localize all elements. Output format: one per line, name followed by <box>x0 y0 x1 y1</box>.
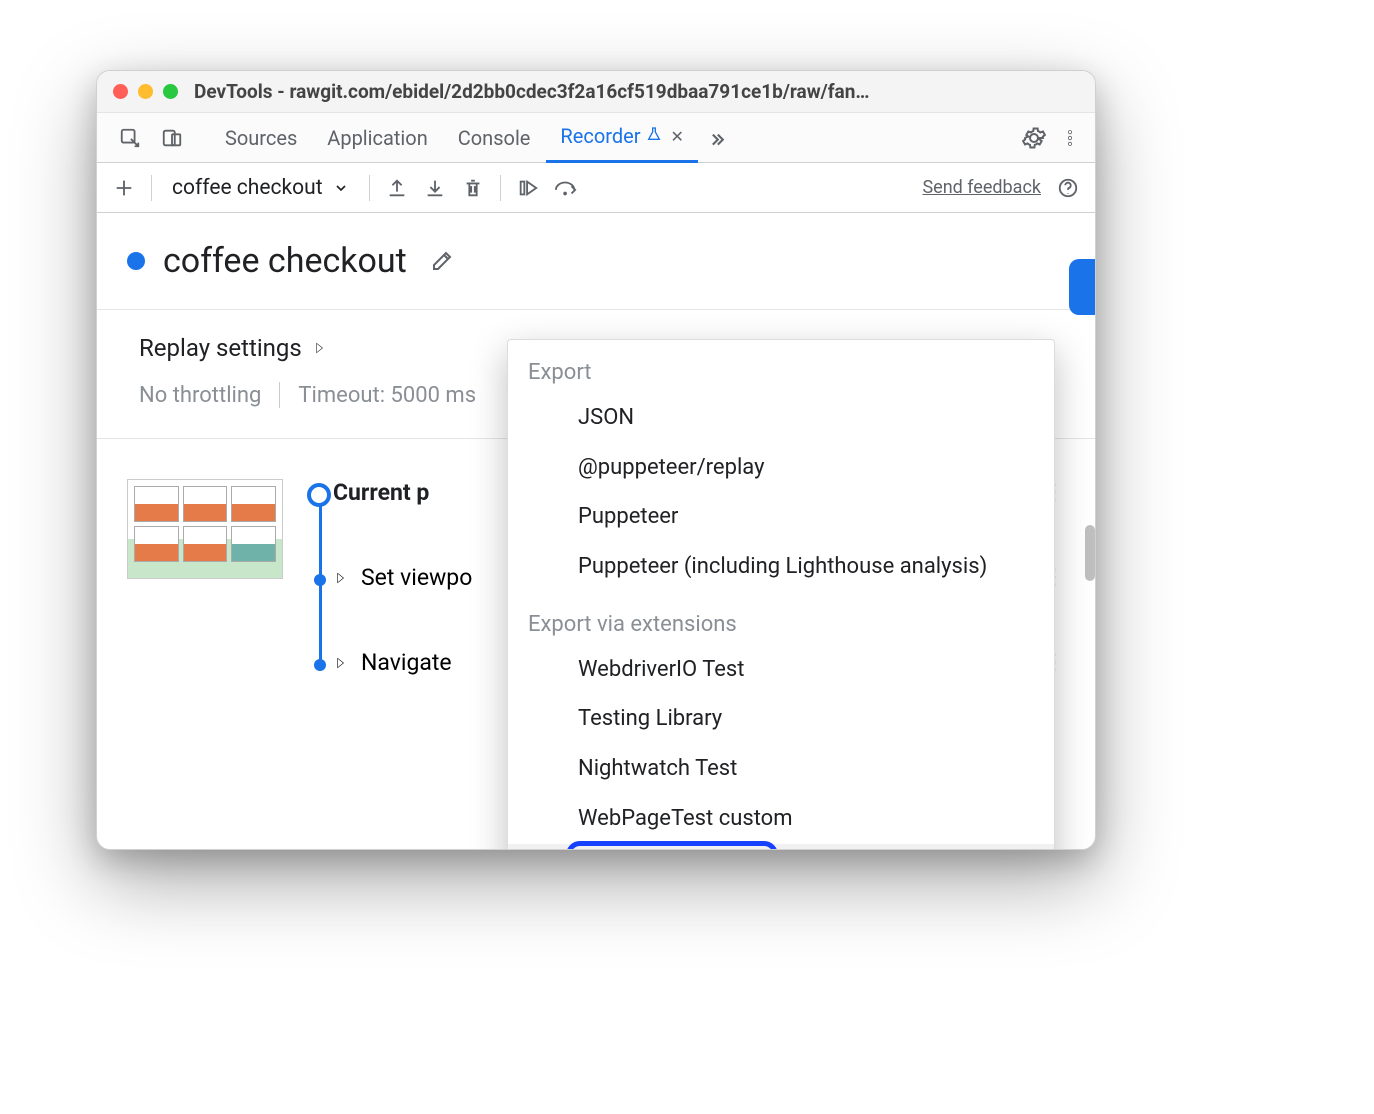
inspect-element-icon[interactable] <box>113 121 147 155</box>
delete-icon[interactable] <box>456 171 490 205</box>
recording-status-icon <box>127 252 145 270</box>
settings-icon[interactable] <box>1017 121 1051 155</box>
page-thumbnail <box>127 479 283 579</box>
close-tab-icon[interactable]: ✕ <box>670 127 683 146</box>
tab-application[interactable]: Application <box>313 113 441 163</box>
dropdown-section-extensions: Export via extensions <box>508 592 1054 645</box>
export-testing-library[interactable]: Testing Library <box>508 694 1054 744</box>
export-puppeteer-replay[interactable]: @puppeteer/replay <box>508 443 1054 493</box>
export-puppeteer[interactable]: Puppeteer <box>508 492 1054 542</box>
step-over-icon[interactable] <box>549 171 583 205</box>
export-puppeteer-lighthouse[interactable]: Puppeteer (including Lighthouse analysis… <box>508 542 1054 592</box>
recording-title: coffee checkout <box>163 241 407 281</box>
chevron-down-icon <box>333 180 349 196</box>
caret-right-icon <box>312 341 326 355</box>
caret-right-icon <box>333 571 347 585</box>
traffic-lights <box>113 84 178 99</box>
panel-tabs: Sources Application Console Recorder ✕ <box>97 113 1095 163</box>
kebab-menu-icon[interactable] <box>1053 121 1087 155</box>
scrollbar[interactable] <box>1085 525 1095 581</box>
help-icon[interactable] <box>1051 171 1085 205</box>
import-icon[interactable] <box>418 171 452 205</box>
close-window-icon[interactable] <box>113 84 128 99</box>
rename-icon[interactable] <box>425 244 459 278</box>
side-panel-handle[interactable] <box>1069 259 1095 315</box>
export-json[interactable]: JSON <box>508 393 1054 443</box>
export-nightwatch[interactable]: Nightwatch Test <box>508 744 1054 794</box>
send-feedback-link[interactable]: Send feedback <box>922 177 1041 198</box>
export-webdriverio[interactable]: WebdriverIO Test <box>508 645 1054 695</box>
maximize-window-icon[interactable] <box>163 84 178 99</box>
caret-right-icon <box>333 656 347 670</box>
tab-console[interactable]: Console <box>444 113 545 163</box>
export-dropdown: Export JSON @puppeteer/replay Puppeteer … <box>507 339 1055 849</box>
export-icon[interactable] <box>380 171 414 205</box>
window-title: DevTools - rawgit.com/ebidel/2d2bb0cdec3… <box>194 80 1079 103</box>
new-recording-icon[interactable] <box>107 171 141 205</box>
devtools-window: DevTools - rawgit.com/ebidel/2d2bb0cdec3… <box>96 70 1096 850</box>
tab-recorder[interactable]: Recorder ✕ <box>546 113 697 163</box>
timeout-value: Timeout: 5000 ms <box>298 383 476 408</box>
device-toolbar-icon[interactable] <box>155 121 189 155</box>
tab-sources[interactable]: Sources <box>211 113 311 163</box>
recorder-content: coffee checkout Replay settings No throt… <box>97 213 1095 849</box>
get-extensions[interactable]: Get extensions… <box>508 844 1054 850</box>
minimize-window-icon[interactable] <box>138 84 153 99</box>
export-webpagetest[interactable]: WebPageTest custom <box>508 794 1054 844</box>
dropdown-section-export: Export <box>508 340 1054 393</box>
recorder-toolbar: coffee checkout Send feedback <box>97 163 1095 213</box>
more-tabs-icon[interactable] <box>700 121 734 155</box>
experiment-icon <box>646 126 662 146</box>
window-titlebar: DevTools - rawgit.com/ebidel/2d2bb0cdec3… <box>97 71 1095 113</box>
replay-icon[interactable] <box>511 171 545 205</box>
throttling-value: No throttling <box>139 383 261 408</box>
recording-header: coffee checkout <box>97 213 1095 310</box>
recording-select[interactable]: coffee checkout <box>162 176 359 200</box>
